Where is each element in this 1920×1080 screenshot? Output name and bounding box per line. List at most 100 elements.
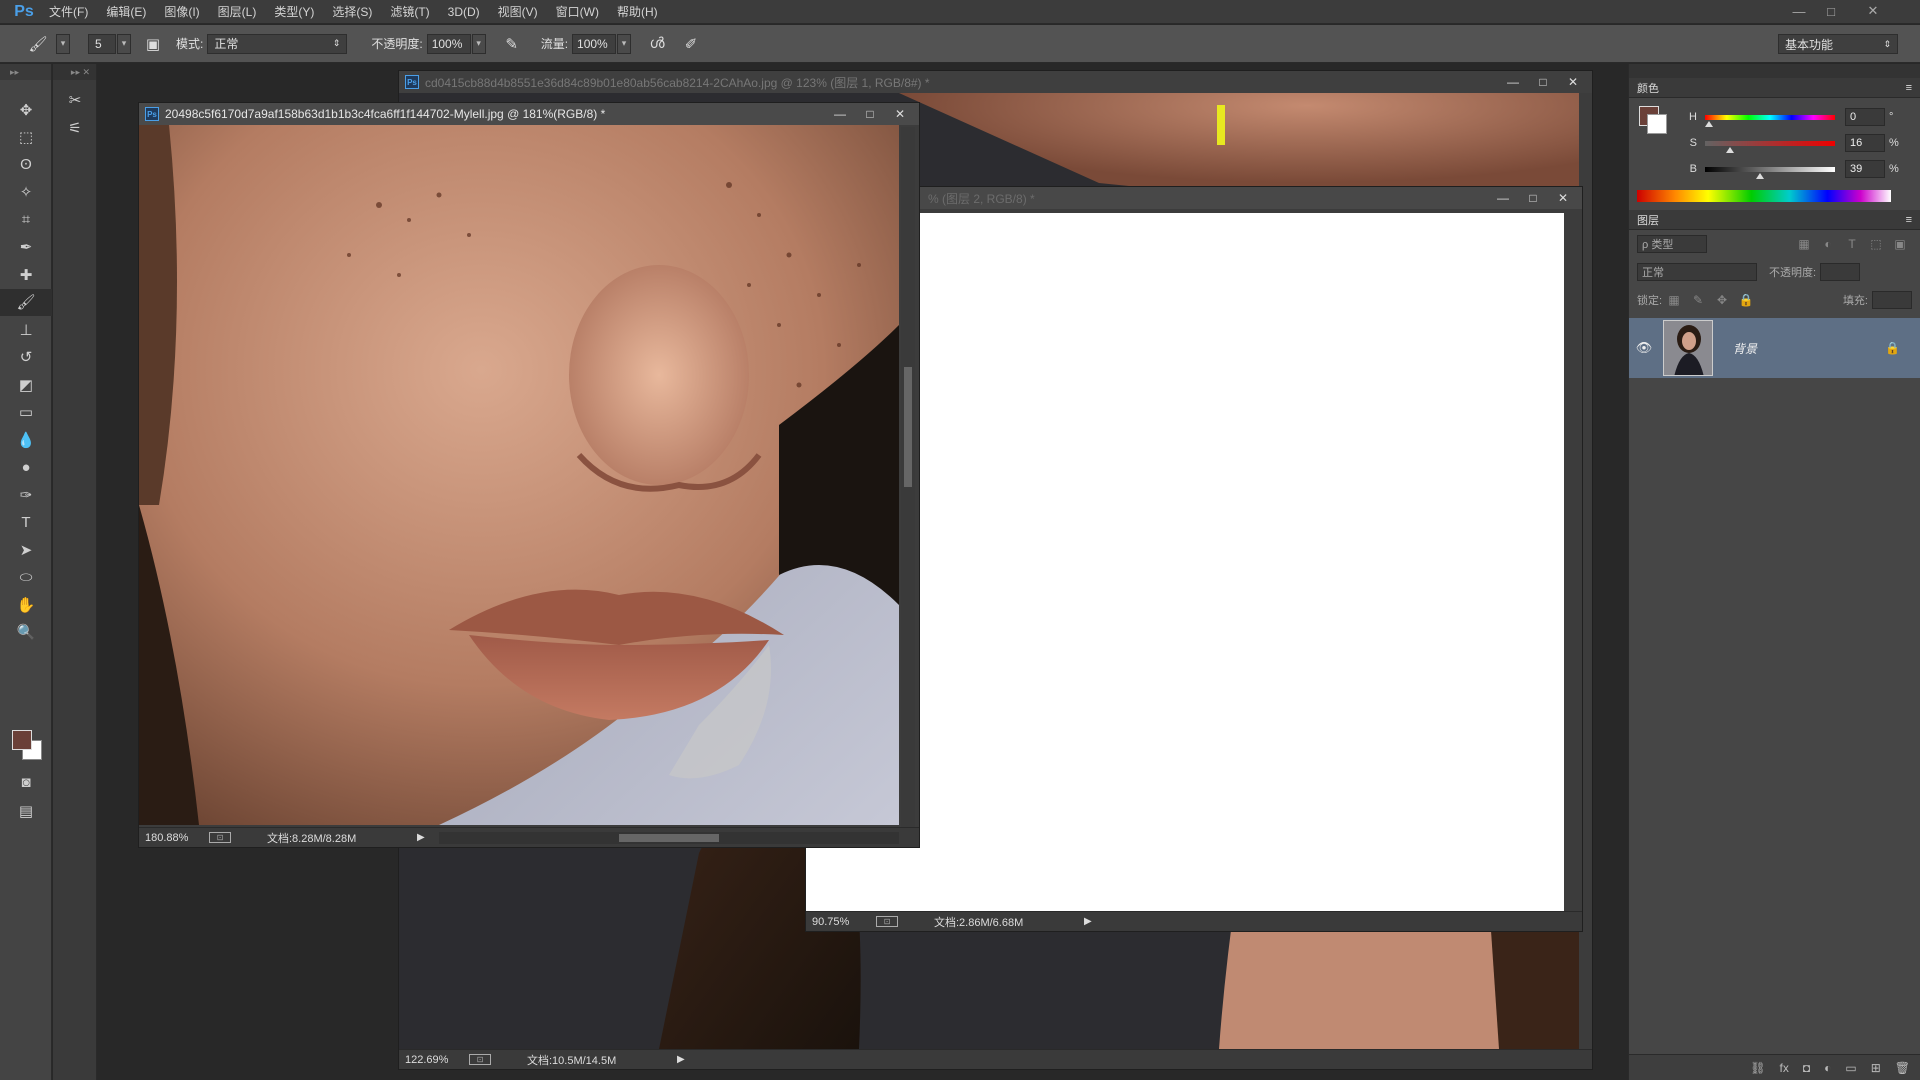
layer-row[interactable]: 👁 背景 🔒	[1629, 318, 1920, 378]
adjustment-layer-icon[interactable]: ◐	[1824, 1061, 1831, 1075]
hue-value[interactable]: 0	[1845, 108, 1885, 126]
zoom-level[interactable]: 180.88%	[139, 832, 209, 844]
brush-size-picker[interactable]: 5	[88, 33, 116, 54]
new-layer-icon[interactable]: ⊞	[1871, 1061, 1881, 1075]
crop-icon[interactable]: ⌗	[0, 206, 52, 234]
lock-position-icon[interactable]: ✥	[1710, 293, 1734, 307]
brush-size-dropdown-arrow[interactable]: ▾	[117, 33, 131, 54]
document-title-bar[interactable]: Ps cd0415cb88d4b8551e36d84c89b01e80ab56c…	[399, 71, 1592, 93]
color-panel-tab[interactable]: 颜色 ≡	[1629, 78, 1920, 98]
color-background-swatch[interactable]	[1647, 114, 1667, 134]
quick-mask-icon[interactable]: ◙	[0, 769, 52, 797]
layer-fill-input[interactable]	[1872, 291, 1912, 309]
doc-minimize-button[interactable]: —	[825, 103, 855, 125]
brightness-value[interactable]: 39	[1845, 160, 1885, 178]
dock-collapse-handle[interactable]: ▸▸ ✕	[53, 64, 96, 80]
doc-close-button[interactable]: ✕	[1558, 71, 1588, 93]
panel-menu-icon[interactable]: ≡	[1906, 82, 1912, 94]
link-layers-icon[interactable]: ⛓	[1750, 1061, 1765, 1075]
pen-icon[interactable]: ✑	[0, 481, 52, 509]
filter-pixel-icon[interactable]: ▦	[1792, 237, 1816, 251]
menu-window[interactable]: 窗口(W)	[547, 0, 608, 24]
doc-minimize-button[interactable]: —	[1498, 71, 1528, 93]
document-window-front[interactable]: Ps 20498c5f6170d7a9af158b63d1b1b3c4fca6f…	[138, 102, 920, 848]
doc-close-button[interactable]: ✕	[885, 103, 915, 125]
doc-minimize-button[interactable]: —	[1488, 187, 1518, 209]
menu-filter[interactable]: 滤镜(T)	[381, 0, 438, 24]
status-menu-arrow-icon[interactable]: ▶	[677, 1054, 685, 1065]
doc-close-button[interactable]: ✕	[1548, 187, 1578, 209]
doc-maximize-button[interactable]: □	[1528, 71, 1558, 93]
pressure-opacity-icon[interactable]: ✎	[498, 30, 526, 58]
zoom-level[interactable]: 122.69%	[399, 1054, 469, 1066]
status-menu-arrow-icon[interactable]: ▶	[417, 832, 425, 843]
menu-layer[interactable]: 图层(L)	[209, 0, 266, 24]
pressure-size-icon[interactable]: ✐	[677, 30, 705, 58]
toolbox-collapse-handle[interactable]: ▸▸	[0, 64, 51, 80]
menu-3d[interactable]: 3D(D)	[439, 0, 489, 24]
document-title-bar[interactable]: % (图层 2, RGB/8) * — □ ✕	[806, 187, 1582, 209]
filter-adjustment-icon[interactable]: ◐	[1816, 237, 1840, 251]
eraser-icon[interactable]: ◩	[0, 371, 52, 399]
lock-pixels-icon[interactable]: ✎	[1686, 293, 1710, 307]
zoom-level[interactable]: 90.75%	[806, 916, 876, 928]
history-brush-icon[interactable]: ↺	[0, 344, 52, 372]
opacity-dropdown-arrow[interactable]: ▾	[471, 33, 486, 54]
hue-slider[interactable]	[1705, 114, 1835, 127]
vertical-scrollbar[interactable]	[901, 127, 915, 827]
minimize-button[interactable]: —	[1784, 0, 1814, 22]
filter-smart-object-icon[interactable]: ▣	[1888, 237, 1912, 251]
lock-all-icon[interactable]: 🔒	[1734, 293, 1758, 307]
filter-type-icon[interactable]: T	[1840, 237, 1864, 251]
new-group-icon[interactable]: ▭	[1845, 1061, 1856, 1075]
document-canvas[interactable]	[139, 125, 899, 825]
menu-select[interactable]: 选择(S)	[323, 0, 381, 24]
screen-mode-icon[interactable]: ▤	[0, 797, 52, 825]
doc-maximize-button[interactable]: □	[1518, 187, 1548, 209]
blur-icon[interactable]: 💧	[0, 426, 52, 454]
ellipse-icon[interactable]: ⬭	[0, 564, 52, 592]
brush-panel-toggle-icon[interactable]: ▣	[139, 30, 167, 58]
foreground-color-swatch[interactable]	[12, 730, 32, 750]
type-icon[interactable]: T	[0, 509, 52, 537]
brush-icon[interactable]: 🖌	[0, 288, 52, 316]
eyedropper-icon[interactable]: ✒	[0, 234, 52, 262]
saturation-slider-thumb[interactable]	[1725, 146, 1734, 153]
document-title-bar[interactable]: Ps 20498c5f6170d7a9af158b63d1b1b3c4fca6f…	[139, 103, 919, 125]
layer-style-icon[interactable]: fx	[1780, 1061, 1789, 1075]
brush-presets-icon[interactable]: ⚟	[53, 114, 97, 142]
flow-input[interactable]: 100%	[572, 33, 617, 54]
maximize-button[interactable]: □	[1816, 0, 1846, 22]
opacity-input[interactable]: 100%	[426, 33, 471, 54]
menu-edit[interactable]: 编辑(E)	[97, 0, 155, 24]
visibility-eye-icon[interactable]: 👁	[1629, 340, 1659, 356]
marquee-icon[interactable]: ⬚	[0, 124, 52, 152]
menu-help[interactable]: 帮助(H)	[608, 0, 667, 24]
layers-panel-tab[interactable]: 图层 ≡	[1629, 210, 1920, 230]
layer-opacity-input[interactable]	[1820, 263, 1861, 281]
gradient-icon[interactable]: ▭	[0, 399, 52, 427]
close-button[interactable]: ✕	[1858, 0, 1888, 22]
saturation-value[interactable]: 16	[1845, 134, 1885, 152]
lock-transparent-icon[interactable]: ▦	[1662, 293, 1686, 307]
preset-dropdown-arrow[interactable]: ▾	[56, 33, 70, 54]
document-window-middle[interactable]: % (图层 2, RGB/8) * — □ ✕ 90.75% ⊡ 文档:2.86…	[805, 186, 1583, 932]
hue-slider-thumb[interactable]	[1705, 120, 1713, 127]
dodge-icon[interactable]: ●	[0, 454, 52, 482]
menu-type[interactable]: 类型(Y)	[265, 0, 323, 24]
magic-wand-icon[interactable]: ✧	[0, 179, 52, 207]
add-mask-icon[interactable]: ◘	[1803, 1061, 1810, 1075]
menu-file[interactable]: 文件(F)	[40, 0, 97, 24]
scrollbar-thumb[interactable]	[904, 367, 912, 487]
menu-image[interactable]: 图像(I)	[155, 0, 208, 24]
hand-3d-icon[interactable]: ✋	[0, 591, 52, 619]
layer-filter-select[interactable]: ρ 类型	[1637, 235, 1707, 253]
airbrush-icon[interactable]: ൾ	[643, 30, 671, 58]
saturation-slider[interactable]	[1705, 140, 1835, 153]
color-spectrum-bar[interactable]	[1637, 190, 1891, 202]
blend-mode-select[interactable]: 正常	[1637, 263, 1757, 281]
delete-layer-icon[interactable]: 🗑	[1895, 1061, 1910, 1075]
brightness-slider-thumb[interactable]	[1755, 172, 1764, 179]
move-icon[interactable]: ✥	[0, 96, 52, 124]
path-select-icon[interactable]: ➤	[0, 536, 52, 564]
